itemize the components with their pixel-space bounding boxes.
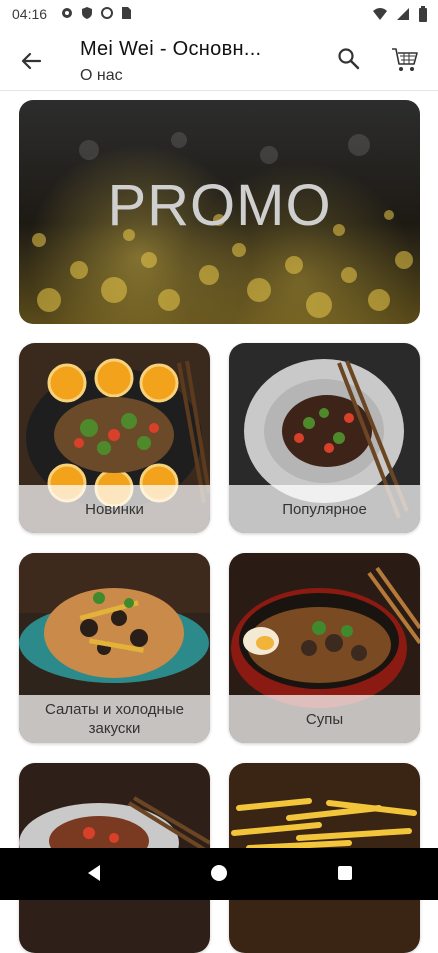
category-label: Популярное (229, 485, 420, 533)
wifi-icon (373, 8, 387, 20)
system-nav-bar (0, 848, 438, 900)
category-label: Салаты и холодные закуски (19, 695, 210, 743)
page-subtitle: О нас (80, 67, 123, 84)
nav-recents-icon[interactable] (338, 866, 352, 880)
promo-text: PROMO (107, 173, 332, 238)
search-icon[interactable] (336, 46, 362, 72)
status-bar: 04:16 (0, 0, 438, 28)
app-bar: Mei Wei - Основн... О нас (0, 28, 438, 91)
gear-icon (62, 8, 72, 18)
sync-icon (101, 7, 113, 19)
promo-banner[interactable]: PROMO (19, 100, 420, 324)
status-time: 04:16 (12, 6, 48, 22)
battery-icon (419, 6, 427, 22)
nav-home-icon[interactable] (211, 865, 227, 881)
category-card-soups[interactable]: Супы (229, 553, 420, 743)
shield-icon (82, 7, 92, 19)
nav-back-icon[interactable] (86, 864, 102, 882)
category-label: Новинки (19, 485, 210, 533)
app-bar-titles: Mei Wei - Основн... О нас (80, 38, 300, 85)
category-card-salads[interactable]: Салаты и холодные закуски (19, 553, 210, 743)
category-card-new[interactable]: Новинки (19, 343, 210, 533)
sim-icon (122, 7, 131, 19)
cart-icon[interactable] (390, 44, 420, 74)
signal-icon (397, 8, 409, 20)
category-card-popular[interactable]: Популярное (229, 343, 420, 533)
category-label: Супы (229, 695, 420, 743)
back-arrow-icon[interactable] (16, 46, 46, 76)
page-title: Mei Wei - Основн... (80, 38, 262, 60)
